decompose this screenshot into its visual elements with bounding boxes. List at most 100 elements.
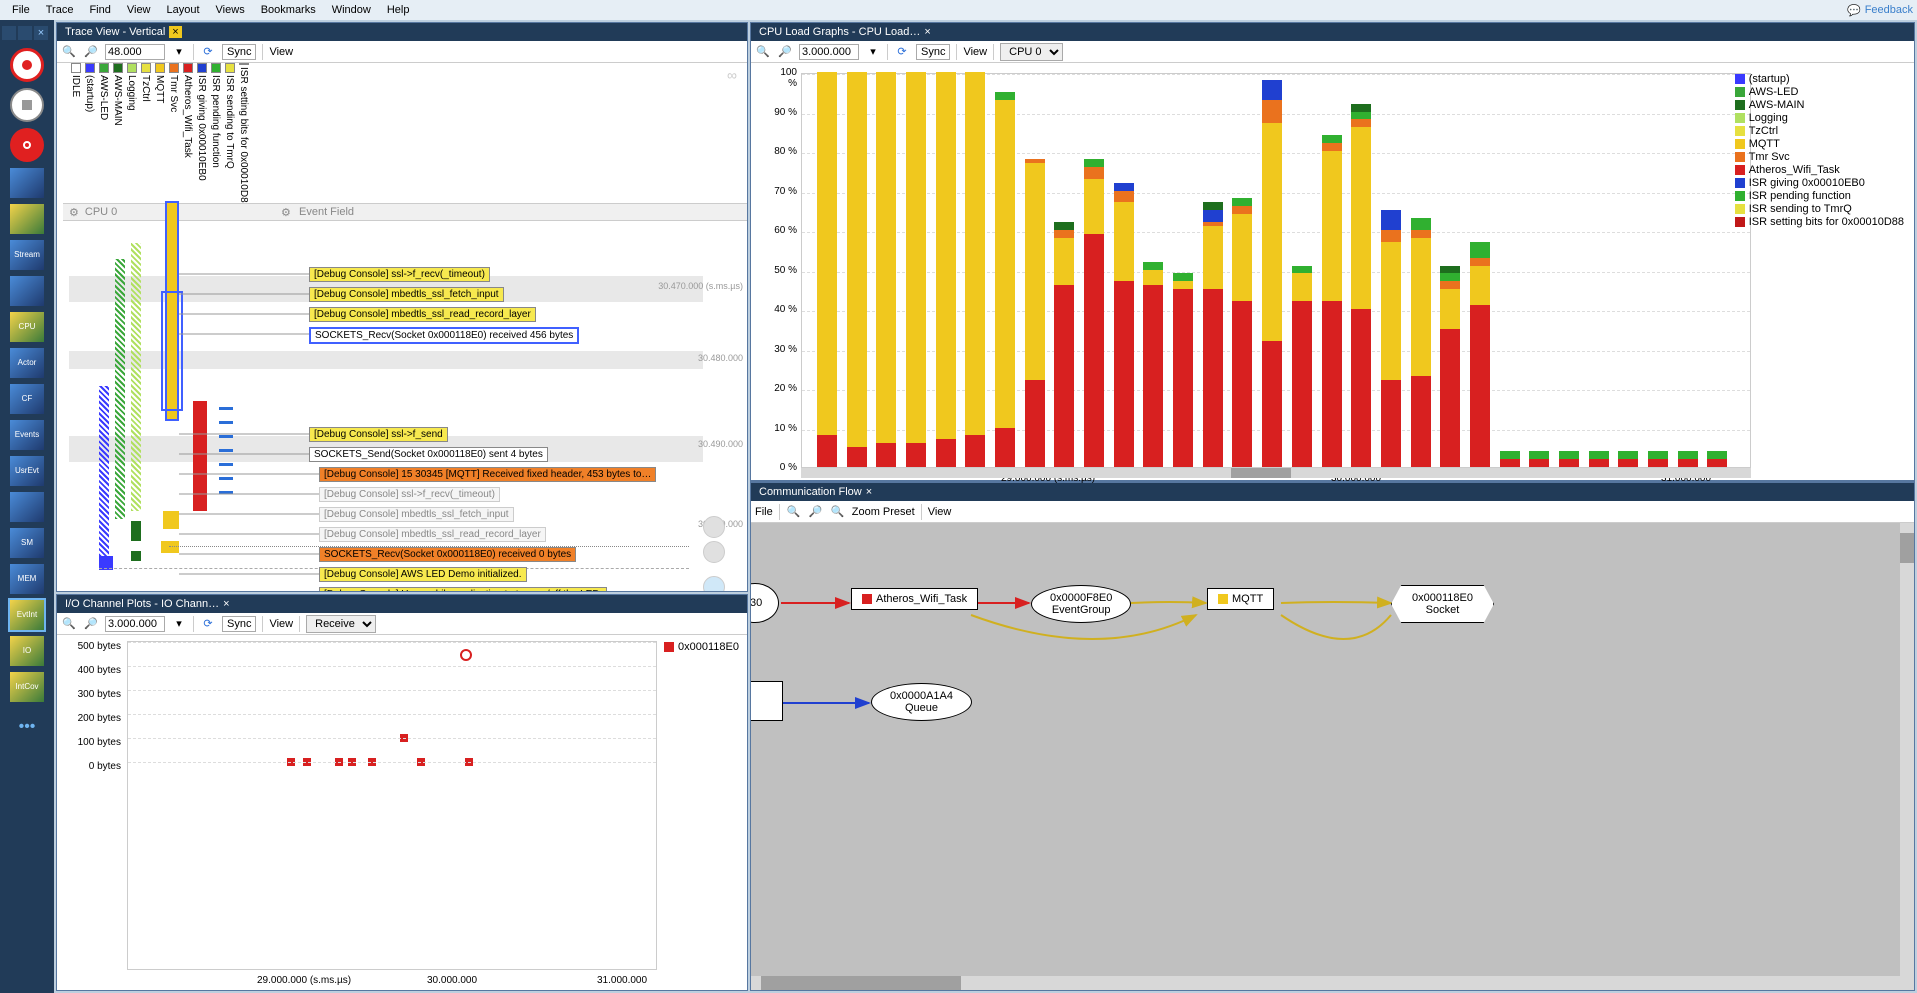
close-icon[interactable]: × [223, 598, 229, 610]
data-point[interactable] [460, 649, 472, 661]
view-menu[interactable]: View [269, 46, 293, 58]
panel-toggle-1[interactable] [2, 26, 16, 40]
file-menu[interactable]: File [755, 506, 773, 518]
zoom-out-icon[interactable]: 🔎 [83, 616, 99, 632]
io-chart[interactable]: 0 bytes100 bytes200 bytes300 bytes400 by… [57, 635, 747, 990]
scrollbar-thumb[interactable] [1231, 468, 1291, 478]
side-cpu-icon[interactable]: CPU [10, 312, 44, 342]
sync-button[interactable]: Sync [916, 44, 950, 60]
lane-header[interactable]: AWS-LED [97, 63, 110, 193]
lane-header[interactable]: TzCtrl [139, 63, 152, 193]
menu-views[interactable]: Views [208, 2, 253, 18]
lane-header[interactable]: AWS-MAIN [111, 63, 124, 193]
zoom-input[interactable] [105, 616, 165, 632]
zoom-input[interactable] [799, 44, 859, 60]
side-icon-1[interactable] [10, 204, 44, 234]
sync-icon[interactable]: ⟳ [894, 44, 910, 60]
view-menu[interactable]: View [963, 46, 987, 58]
event-label[interactable]: [Debug Console] mbedtls_ssl_fetch_input [319, 507, 514, 522]
dropdown-icon[interactable]: ▾ [171, 616, 187, 632]
circle-button-1[interactable] [703, 516, 725, 538]
menu-trace[interactable]: Trace [38, 2, 82, 18]
side-mem-icon[interactable]: MEM [10, 564, 44, 594]
event-label[interactable]: [Debug Console] mbedtls_ssl_read_record_… [319, 527, 546, 542]
gear-icon[interactable]: ⚙ [69, 206, 79, 219]
flow-node-mqtt[interactable]: MQTT [1207, 588, 1274, 610]
sync-icon[interactable]: ⟳ [200, 616, 216, 632]
side-more-icon[interactable]: ••• [19, 718, 36, 736]
view-menu[interactable]: View [269, 618, 293, 630]
comm-flow-canvas[interactable]: 30 [751, 523, 1914, 990]
zoom-preset-menu[interactable]: Zoom Preset [852, 506, 915, 518]
close-icon[interactable]: × [169, 26, 181, 38]
flow-node-partial2[interactable] [751, 681, 783, 721]
zoom-out-icon[interactable]: 🔎 [777, 44, 793, 60]
event-label[interactable]: SOCKETS_Recv(Socket 0x000118E0) received… [319, 547, 576, 562]
scrollbar-thumb-h[interactable] [761, 976, 961, 990]
cpu-select[interactable]: CPU 0 [1000, 43, 1063, 61]
menu-file[interactable]: File [4, 2, 38, 18]
flow-node-socket[interactable]: 0x000118E0 Socket [1391, 585, 1494, 623]
lane-header[interactable]: ISR pending function [209, 63, 222, 193]
zoom-in-icon[interactable]: 🔍 [61, 616, 77, 632]
zoom-reset-icon[interactable]: 🔍 [830, 504, 846, 520]
sync-button[interactable]: Sync [222, 616, 256, 632]
flow-node-atheros[interactable]: Atheros_Wifi_Task [851, 588, 978, 610]
zoom-out-icon[interactable]: 🔎 [83, 44, 99, 60]
menu-view[interactable]: View [119, 2, 159, 18]
side-icon-9[interactable] [10, 492, 44, 522]
flow-node-eventgroup[interactable]: 0x0000F8E0 EventGroup [1031, 585, 1131, 623]
event-label[interactable]: [Debug Console] mbedtls_ssl_fetch_input [309, 287, 504, 302]
side-cf-icon[interactable]: CF [10, 384, 44, 414]
lane-header[interactable]: Logging [125, 63, 138, 193]
event-label[interactable]: [Debug Console] ssl->f_recv(_timeout) [319, 487, 500, 502]
side-intcov-icon[interactable]: IntCov [10, 672, 44, 702]
record-button[interactable] [10, 48, 44, 82]
lane-header[interactable]: (startup) [83, 63, 96, 193]
event-label[interactable]: [Debug Console] ssl->f_recv(_timeout) [309, 267, 490, 282]
menu-find[interactable]: Find [81, 2, 118, 18]
dropdown-icon[interactable]: ▾ [171, 44, 187, 60]
zoom-in-icon[interactable]: 🔍 [786, 504, 802, 520]
side-events-icon[interactable]: Events [10, 420, 44, 450]
lane-header[interactable]: ISR sending to TmrQ [223, 63, 236, 193]
menu-bookmarks[interactable]: Bookmarks [253, 2, 324, 18]
side-stream-icon[interactable]: Stream [10, 240, 44, 270]
side-actor-icon[interactable]: Actor [10, 348, 44, 378]
add-button[interactable] [703, 576, 725, 591]
circle-button-2[interactable] [703, 541, 725, 563]
zoom-input[interactable] [105, 44, 165, 60]
side-io-icon[interactable]: IO [10, 636, 44, 666]
sync-icon[interactable]: ⟳ [200, 44, 216, 60]
event-label[interactable]: SOCKETS_Recv(Socket 0x000118E0) received… [309, 327, 579, 344]
event-label[interactable]: [Debug Console] Use mobile application t… [319, 587, 607, 591]
trace-view-tab[interactable]: Trace View - Vertical × [57, 23, 190, 41]
cpu-load-tab[interactable]: CPU Load Graphs - CPU Load… × [751, 23, 939, 41]
side-sm-icon[interactable]: SM [10, 528, 44, 558]
lane-header[interactable]: MQTT [153, 63, 166, 193]
side-icon-3[interactable] [10, 276, 44, 306]
scrollbar-thumb-v[interactable] [1900, 533, 1914, 563]
menu-window[interactable]: Window [324, 2, 379, 18]
event-label[interactable]: [Debug Console] mbedtls_ssl_read_record_… [309, 307, 536, 322]
mode-select[interactable]: Receive [306, 615, 376, 633]
event-label[interactable]: SOCKETS_Send(Socket 0x000118E0) sent 4 b… [309, 447, 548, 462]
zoom-in-icon[interactable]: 🔍 [61, 44, 77, 60]
cpu-load-chart[interactable]: 0 %10 %20 %30 %40 %50 %60 %70 %80 %90 %1… [751, 63, 1914, 480]
lane-header[interactable]: ISR giving 0x00010EB0 [195, 63, 208, 193]
lane-header[interactable]: ISR setting bits for 0x00010D88 [237, 63, 250, 193]
flow-node-partial[interactable]: 30 [751, 583, 779, 623]
view-menu[interactable]: View [928, 506, 952, 518]
event-label[interactable]: [Debug Console] 15 30345 [MQTT] Received… [319, 467, 656, 482]
zoom-in-icon[interactable]: 🔍 [755, 44, 771, 60]
lane-header[interactable]: Tmr Svc [167, 63, 180, 193]
close-icon[interactable]: × [924, 26, 930, 38]
panel-close[interactable]: × [34, 26, 48, 40]
feedback-link[interactable]: 💬 Feedback [1847, 4, 1913, 17]
gear-icon-2[interactable]: ⚙ [281, 206, 291, 219]
side-evtint-icon[interactable]: EvtInt [10, 600, 44, 630]
lane-header[interactable]: Atheros_Wifi_Task [181, 63, 194, 193]
event-label[interactable]: [Debug Console] AWS LED Demo initialized… [319, 567, 527, 582]
side-icon-overview[interactable] [10, 168, 44, 198]
sync-button[interactable]: Sync [222, 44, 256, 60]
